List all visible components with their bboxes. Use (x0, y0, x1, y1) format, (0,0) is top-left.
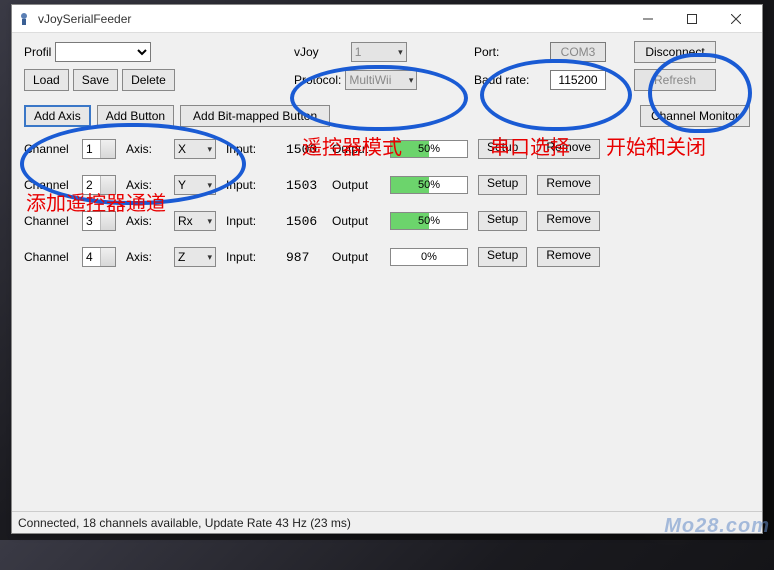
remove-button[interactable]: Remove (537, 139, 600, 159)
output-label: Output (332, 250, 380, 264)
setup-button[interactable]: Setup (478, 175, 527, 195)
input-value: 1503 (286, 178, 322, 193)
channel-spinner[interactable]: 4▴▾ (82, 247, 116, 267)
axis-label: Axis: (126, 142, 164, 156)
channel-row: Channel 3▴▾ Axis: Rx Input: 1506 Output 50% Setu… (24, 207, 750, 235)
channel-row: Channel 1▴▾ Axis: X Input: 1500 Output 50% Setup… (24, 135, 750, 163)
setup-button[interactable]: Setup (478, 211, 527, 231)
remove-button[interactable]: Remove (537, 247, 600, 267)
content-area: Profil vJoy 1 Port: Disconnect Load Save… (12, 33, 762, 511)
channel-row: Channel 2▴▾ Axis: Y Input: 1503 Output 50% Setup… (24, 171, 750, 199)
save-button[interactable]: Save (73, 69, 118, 91)
input-label: Input: (226, 250, 276, 264)
channel-spinner[interactable]: 3▴▾ (82, 211, 116, 231)
profil-label: Profil (24, 45, 51, 59)
status-text: Connected, 18 channels available, Update… (18, 516, 351, 530)
channel-label: Channel (24, 178, 72, 192)
add-axis-button[interactable]: Add Axis (24, 105, 91, 127)
input-label: Input: (226, 178, 276, 192)
window-title: vJoySerialFeeder (38, 12, 626, 26)
axis-label: Axis: (126, 250, 164, 264)
load-button[interactable]: Load (24, 69, 69, 91)
channel-label: Channel (24, 214, 72, 228)
channel-label: Channel (24, 250, 72, 264)
channel-monitor-button[interactable]: Channel Monitor (640, 105, 750, 127)
watermark: Mo28.com (664, 515, 770, 538)
axis-label: Axis: (126, 214, 164, 228)
axis-label: Axis: (126, 178, 164, 192)
input-value: 987 (286, 250, 322, 265)
app-window: vJoySerialFeeder Profil vJoy 1 Port: Dis… (11, 4, 763, 534)
refresh-button[interactable]: Refresh (634, 69, 716, 91)
axis-select[interactable]: Y (174, 175, 216, 195)
setup-button[interactable]: Setup (478, 139, 527, 159)
channel-spinner[interactable]: 2▴▾ (82, 175, 116, 195)
minimize-button[interactable] (626, 6, 670, 32)
vjoy-device-select[interactable]: 1 (351, 42, 407, 62)
input-value: 1500 (286, 142, 322, 157)
close-button[interactable] (714, 6, 758, 32)
input-label: Input: (226, 214, 276, 228)
add-bitmapped-button[interactable]: Add Bit-mapped Button (180, 105, 330, 127)
vjoy-label: vJoy (294, 45, 319, 59)
axis-select[interactable]: Z (174, 247, 216, 267)
add-button-button[interactable]: Add Button (97, 105, 174, 127)
channel-row: Channel 4▴▾ Axis: Z Input: 987 Output 0% Setup Re… (24, 243, 750, 271)
titlebar: vJoySerialFeeder (12, 5, 762, 33)
output-progress: 50% (390, 176, 468, 194)
channel-spinner[interactable]: 1▴▾ (82, 139, 116, 159)
axis-select[interactable]: Rx (174, 211, 216, 231)
setup-button[interactable]: Setup (478, 247, 527, 267)
maximize-button[interactable] (670, 6, 714, 32)
port-label: Port: (474, 45, 546, 59)
input-value: 1506 (286, 214, 322, 229)
output-label: Output (332, 142, 380, 156)
baud-label: Baud rate: (474, 73, 546, 87)
channel-label: Channel (24, 142, 72, 156)
app-icon (16, 11, 32, 27)
protocol-select[interactable]: MultiWii (345, 70, 417, 90)
protocol-label: Protocol: (294, 73, 341, 87)
output-label: Output (332, 178, 380, 192)
output-progress: 50% (390, 212, 468, 230)
output-progress: 0% (390, 248, 468, 266)
profil-select[interactable] (55, 42, 151, 62)
axis-select[interactable]: X (174, 139, 216, 159)
delete-button[interactable]: Delete (122, 69, 175, 91)
output-progress: 50% (390, 140, 468, 158)
input-label: Input: (226, 142, 276, 156)
remove-button[interactable]: Remove (537, 211, 600, 231)
output-label: Output (332, 214, 380, 228)
port-select[interactable] (550, 42, 606, 62)
status-bar: Connected, 18 channels available, Update… (12, 511, 762, 533)
remove-button[interactable]: Remove (537, 175, 600, 195)
baud-select[interactable] (550, 70, 606, 90)
disconnect-button[interactable]: Disconnect (634, 41, 716, 63)
